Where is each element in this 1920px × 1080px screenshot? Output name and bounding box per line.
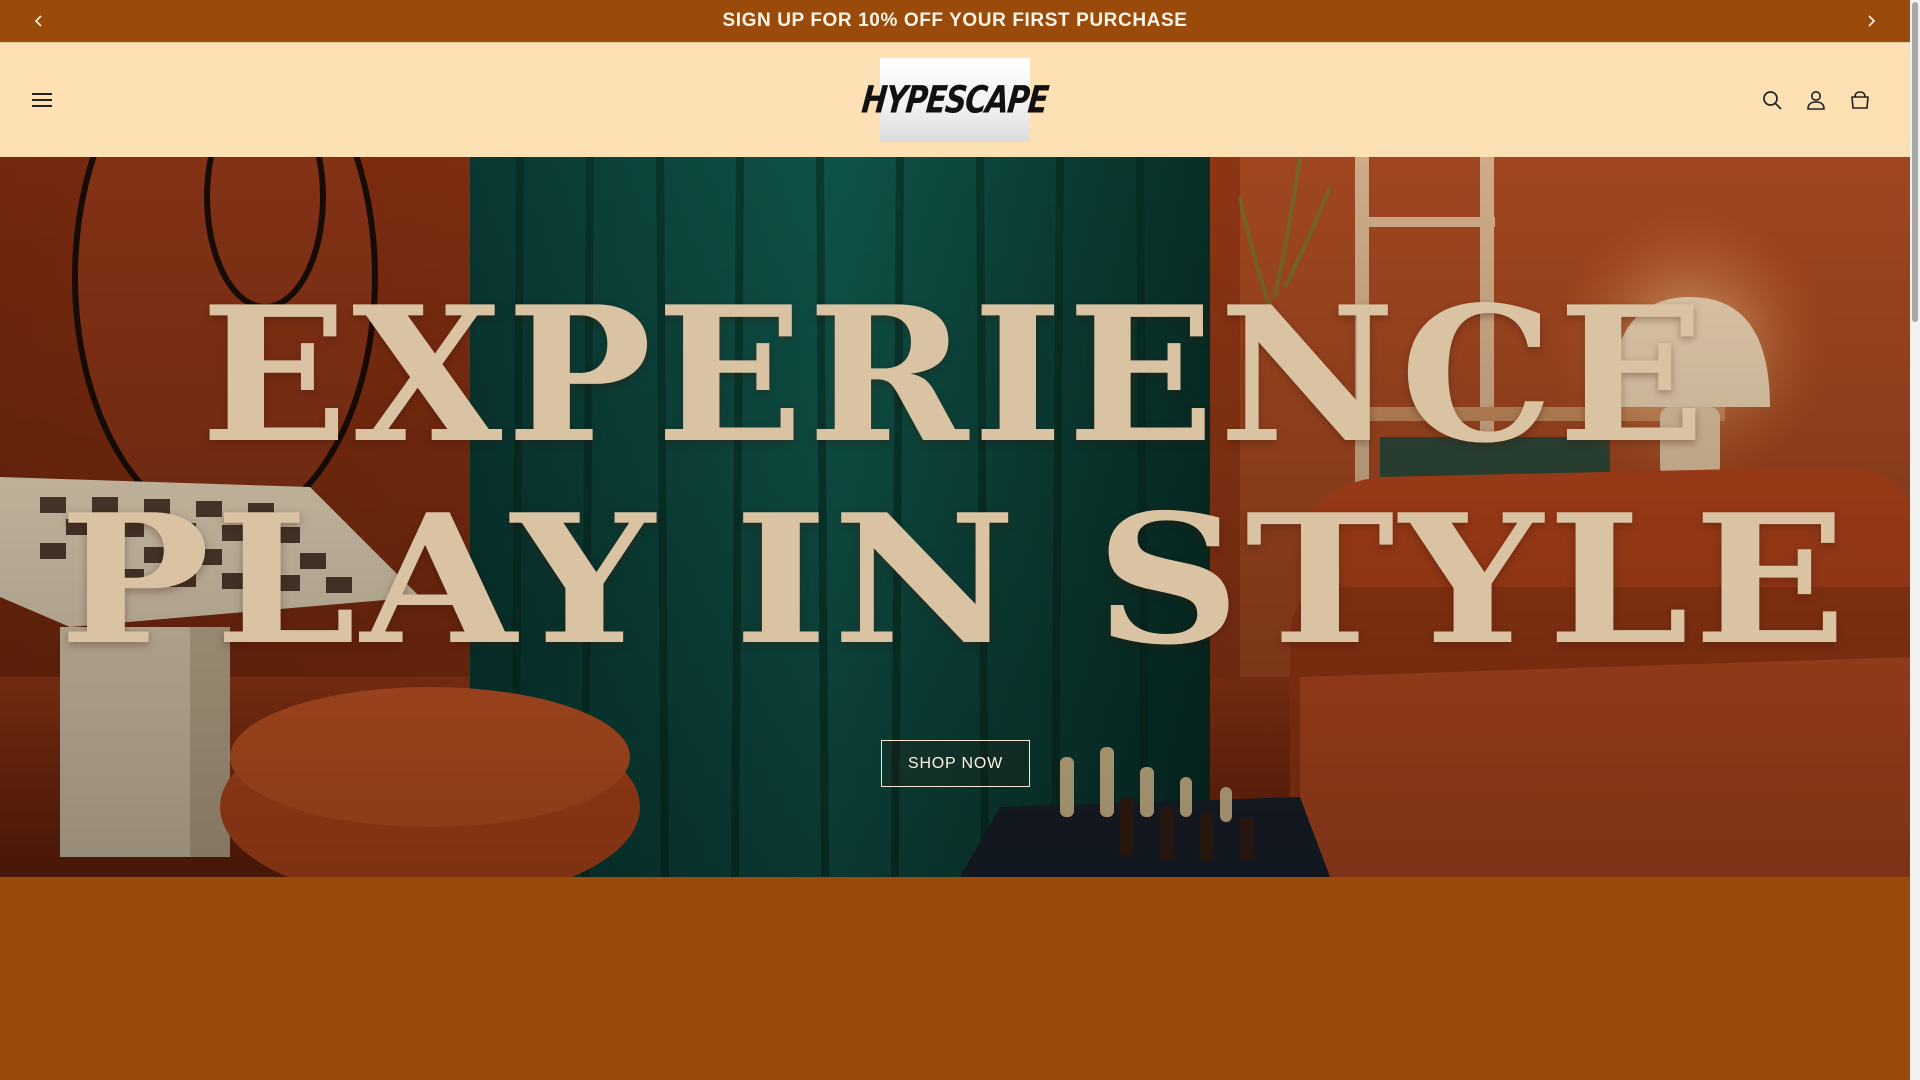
page-scrollbar[interactable] [1910, 0, 1920, 1080]
site-header: HYPESCAPE [0, 42, 1910, 157]
hero-banner: EXPERIENCE PLAY IN STYLE SHOP NOW [0, 157, 1910, 877]
chevron-right-icon [1868, 15, 1876, 27]
page: SIGN UP FOR 10% OFF YOUR FIRST PURCHASE … [0, 0, 1910, 1080]
scrollbar-thumb[interactable] [1912, 2, 1918, 322]
menu-button[interactable] [22, 80, 62, 120]
cart-button[interactable] [1840, 80, 1880, 120]
account-icon [1807, 91, 1825, 110]
content-section [0, 877, 1910, 1080]
announcement-bar: SIGN UP FOR 10% OFF YOUR FIRST PURCHASE [0, 0, 1910, 42]
shop-now-button[interactable]: SHOP NOW [881, 740, 1030, 787]
hero-headline-line2: PLAY IN STYLE [58, 475, 1852, 684]
hero-headline-line1: EXPERIENCE [200, 265, 1710, 484]
logo-text: HYPESCAPE [860, 78, 1050, 122]
logo[interactable]: HYPESCAPE [860, 58, 1050, 142]
announcement-message[interactable]: SIGN UP FOR 10% OFF YOUR FIRST PURCHASE [722, 10, 1187, 32]
search-icon [1763, 91, 1782, 110]
announcement-next-button[interactable] [1850, 0, 1892, 42]
chevron-left-icon [34, 15, 42, 27]
hamburger-menu-icon [32, 93, 52, 107]
announcement-prev-button[interactable] [18, 0, 60, 42]
search-button[interactable] [1752, 80, 1792, 120]
account-button[interactable] [1796, 80, 1836, 120]
cart-icon [1851, 91, 1869, 109]
